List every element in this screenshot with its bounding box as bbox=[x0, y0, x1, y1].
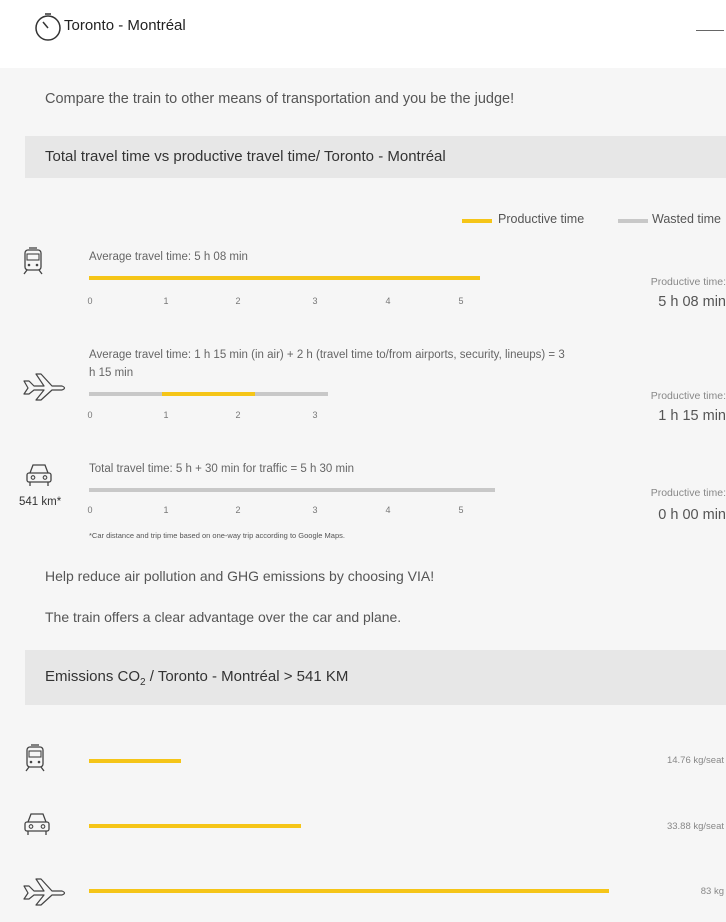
car-footnote: *Car distance and trip time based on one… bbox=[89, 531, 345, 540]
plane-caption-line1: Average travel time: 1 h 15 min (in air)… bbox=[89, 349, 565, 361]
plane-caption-line2: h 15 min bbox=[89, 367, 134, 379]
car-tick-3: 3 bbox=[312, 505, 318, 515]
train-icon bbox=[25, 744, 45, 772]
plane-productive-label: Productive time: bbox=[650, 390, 726, 402]
car-tick-5: 5 bbox=[458, 505, 464, 515]
plane-tick-0: 0 bbox=[87, 410, 93, 420]
train-icon bbox=[23, 247, 43, 275]
train-tick-0: 0 bbox=[87, 296, 93, 306]
car-productive-value: 0 h 00 min bbox=[658, 507, 726, 523]
train-productive-label: Productive time: bbox=[650, 276, 726, 288]
car-wasted-bar bbox=[89, 488, 495, 492]
car-productive-label: Productive time: bbox=[650, 487, 726, 499]
car-tick-0: 0 bbox=[87, 505, 93, 515]
plane-icon bbox=[23, 878, 66, 906]
emission-bar-car bbox=[89, 824, 301, 828]
plane-tick-1: 1 bbox=[163, 410, 169, 420]
train-caption: Average travel time: 5 h 08 min bbox=[89, 251, 248, 263]
emission-value-plane: 83 kg bbox=[700, 886, 724, 897]
car-icon bbox=[24, 813, 50, 835]
plane-tick-2: 2 bbox=[235, 410, 241, 420]
emission-bar-plane bbox=[89, 889, 609, 893]
minus-icon[interactable] bbox=[696, 30, 724, 31]
plane-productive-bar bbox=[162, 392, 255, 396]
emission-value-train: 14.76 kg/seat bbox=[666, 755, 724, 766]
header-title[interactable]: Toronto - Montréal bbox=[64, 17, 186, 34]
train-productive-value: 5 h 08 min bbox=[658, 294, 726, 310]
emission-value-car: 33.88 kg/seat bbox=[666, 821, 724, 832]
title-prefix: Emissions CO bbox=[45, 668, 141, 685]
title-suffix: / Toronto - Montréal > 541 KM bbox=[145, 668, 349, 685]
emission-bar-train bbox=[89, 759, 181, 763]
section-title: Total travel time vs productive travel t… bbox=[45, 148, 446, 165]
train-tick-1: 1 bbox=[163, 296, 169, 306]
legend-wasted-label: Wasted time bbox=[652, 212, 722, 226]
car-icon bbox=[26, 464, 52, 486]
train-productive-bar bbox=[89, 276, 480, 280]
text-paragraph-1: Help reduce air pollution and GHG emissi… bbox=[45, 568, 435, 584]
plane-tick-3: 3 bbox=[312, 410, 318, 420]
plane-icon bbox=[23, 373, 66, 401]
section-emissions: Emissions CO2 / Toronto - Montréal > 541… bbox=[25, 650, 726, 705]
train-tick-4: 4 bbox=[385, 296, 391, 306]
car-tick-1: 1 bbox=[163, 505, 169, 515]
train-tick-5: 5 bbox=[458, 296, 464, 306]
plane-productive-value: 1 h 15 min bbox=[658, 408, 726, 424]
legend-wasted-swatch bbox=[618, 219, 648, 223]
section-travel-time: Total travel time vs productive travel t… bbox=[25, 136, 726, 178]
intro-text: Compare the train to other means of tran… bbox=[45, 91, 515, 107]
section-emissions-title: Emissions CO2 / Toronto - Montréal > 541… bbox=[45, 668, 348, 688]
car-tick-2: 2 bbox=[235, 505, 241, 515]
car-caption: Total travel time: 5 h + 30 min for traf… bbox=[89, 463, 355, 475]
clock-icon bbox=[35, 13, 61, 41]
train-tick-3: 3 bbox=[312, 296, 318, 306]
train-tick-2: 2 bbox=[235, 296, 241, 306]
car-tick-4: 4 bbox=[385, 505, 391, 515]
car-distance: 541 km* bbox=[19, 496, 62, 508]
legend-productive-swatch bbox=[462, 219, 492, 223]
text-paragraph-2: The train offers a clear advantage over … bbox=[45, 609, 402, 625]
legend-productive-label: Productive time bbox=[498, 212, 585, 226]
